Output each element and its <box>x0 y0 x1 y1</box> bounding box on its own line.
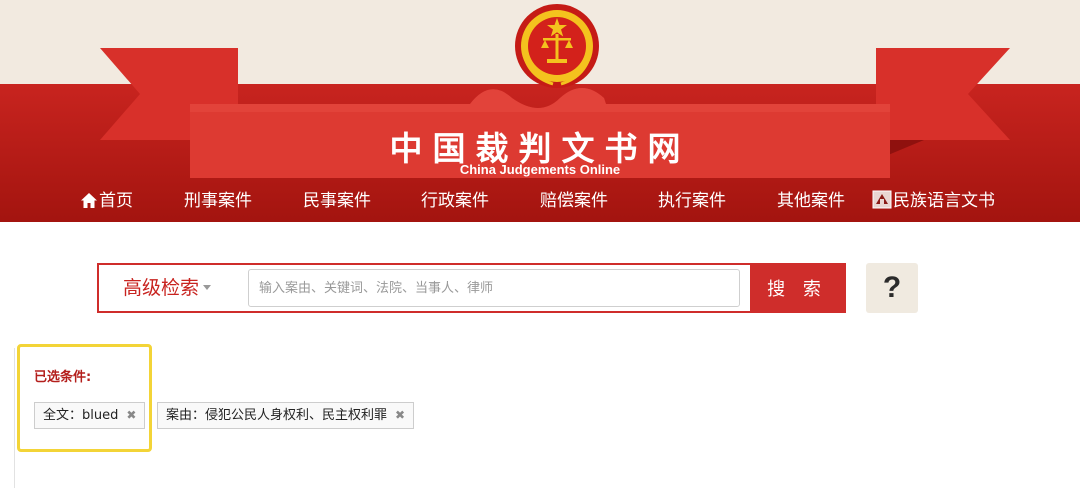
advanced-search-label: 高级检索 <box>123 277 200 299</box>
search-button[interactable]: 搜 索 <box>750 265 844 311</box>
filter-chip-text: 案由：侵犯公民人身权利、民主权利罪 <box>166 408 388 423</box>
chevron-down-icon <box>203 285 212 290</box>
nav-item-label: 民族语言文书 <box>893 191 995 211</box>
nav-item-administrative[interactable]: 行政案件 <box>421 186 489 216</box>
advanced-search-toggle[interactable]: 高级检索 <box>123 265 212 311</box>
filter-chip-fulltext: 全文：blued ✖ <box>34 402 146 429</box>
nav-item-label: 刑事案件 <box>184 191 252 211</box>
nav-item-label: 民事案件 <box>303 191 371 211</box>
close-icon[interactable]: ✖ <box>395 408 405 422</box>
filter-chip-text: 全文：blued <box>43 408 119 423</box>
nav-item-criminal[interactable]: 刑事案件 <box>184 186 252 216</box>
selected-conditions-label: 已选条件: <box>34 370 92 385</box>
help-button[interactable]: ? <box>866 263 918 313</box>
content-divider <box>14 348 15 488</box>
nav-item-label: 首页 <box>99 191 133 211</box>
nav-item-civil[interactable]: 民事案件 <box>303 186 371 216</box>
main-nav: 首页 刑事案件 民事案件 行政案件 赔偿案件 执行案件 其他案件 民族语言文书 <box>0 186 1080 216</box>
nav-item-label: 行政案件 <box>421 191 489 211</box>
header-banner: 中国裁判文书网 China Judgements Online 首页 刑事案件 … <box>0 0 1080 222</box>
nav-item-ethnic-language[interactable]: 民族语言文书 <box>872 186 995 219</box>
close-icon[interactable]: ✖ <box>126 408 136 422</box>
nav-item-label: 赔偿案件 <box>540 191 608 211</box>
nav-item-label: 其他案件 <box>777 191 845 211</box>
site-subtitle: China Judgements Online <box>459 162 621 177</box>
search-bar: 高级检索 搜 索 <box>97 263 846 313</box>
nav-item-home[interactable]: 首页 <box>80 186 133 219</box>
nav-item-enforcement[interactable]: 执行案件 <box>658 186 726 216</box>
ethnic-language-icon <box>872 189 892 219</box>
search-input[interactable] <box>248 269 740 307</box>
nav-item-compensation[interactable]: 赔偿案件 <box>540 186 608 216</box>
highlight-annotation <box>17 344 152 452</box>
nav-item-other[interactable]: 其他案件 <box>777 186 845 216</box>
nav-item-label: 执行案件 <box>658 191 726 211</box>
home-icon <box>80 189 98 219</box>
court-emblem-icon <box>515 4 599 88</box>
filter-chip-cause: 案由：侵犯公民人身权利、民主权利罪 ✖ <box>157 402 415 429</box>
